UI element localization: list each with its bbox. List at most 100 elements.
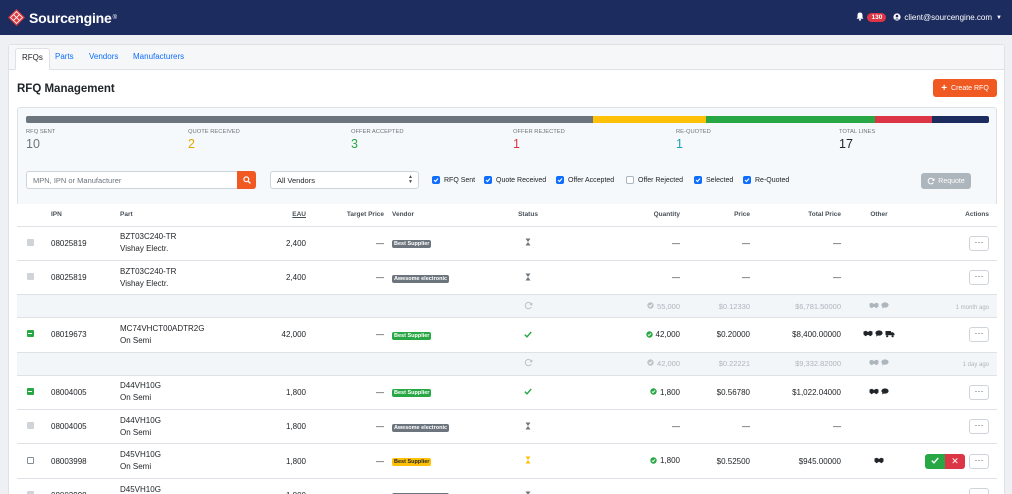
quote-history-row[interactable]: 42,000 $0.22221 $9,332.82000 1 day ago bbox=[17, 352, 997, 376]
trademark: ® bbox=[112, 14, 118, 21]
total-price-value: — bbox=[833, 238, 841, 248]
checkbox-unchecked-icon[interactable] bbox=[626, 176, 634, 184]
vendor-badge[interactable]: Awesome electronic bbox=[392, 423, 450, 432]
part-number[interactable]: MC74VHCT00ADTR2G bbox=[120, 324, 204, 333]
part-number[interactable]: D45VH10G bbox=[120, 450, 161, 459]
row-select-checkbox[interactable] bbox=[26, 422, 34, 430]
part-number[interactable]: D44VH10G bbox=[120, 416, 161, 425]
table-row[interactable]: 08019673 MC74VHCT00ADTR2G On Semi 42,000 — Be… bbox=[17, 317, 997, 353]
col-other: Other bbox=[849, 204, 909, 227]
filter-re-quoted[interactable]: Re-Quoted bbox=[743, 176, 789, 184]
part-number[interactable]: D45VH10G bbox=[120, 485, 161, 494]
table-row[interactable]: 08025819 BZT03C240-TR Vishay Electr. 2,400 —… bbox=[17, 260, 997, 296]
ipn-value: 08019673 bbox=[51, 330, 87, 340]
accept-offer-button[interactable] bbox=[925, 453, 945, 469]
eau-value: 42,000 bbox=[281, 330, 306, 340]
refresh-icon bbox=[524, 301, 533, 312]
quote-history-row[interactable]: 55,000 $0.12330 $6,781.50000 1 month ago bbox=[17, 294, 997, 319]
stat-label: TOTAL LINES bbox=[839, 129, 876, 135]
table-row[interactable]: 08003998D45VH10GOn Semi1,800—Awesome ele… bbox=[17, 478, 997, 494]
checkbox-checked-icon[interactable] bbox=[484, 176, 492, 184]
checkbox-checked-icon[interactable] bbox=[743, 176, 751, 184]
vendor-badge[interactable]: Best Supplier bbox=[392, 458, 432, 467]
col-price[interactable]: Price bbox=[688, 204, 758, 227]
price-cell: — bbox=[688, 226, 758, 261]
actions-cell: ✕ ··· bbox=[909, 443, 997, 479]
table-row[interactable]: 08004005 D44VH10G On Semi 1,800 — Best Suppli… bbox=[17, 375, 997, 411]
vendor-badge[interactable]: Best Supplier bbox=[392, 331, 432, 340]
checkbox-checked-icon[interactable] bbox=[694, 176, 702, 184]
row-select-checkbox[interactable] bbox=[26, 330, 34, 338]
target-price-value: — bbox=[376, 456, 384, 466]
table-row[interactable]: 08025819 BZT03C240-TR Vishay Electr. 2,400 —… bbox=[17, 226, 997, 261]
rfq-table-container: IPN Part EAU Target Price Vendor Status … bbox=[17, 204, 997, 494]
col-ipn[interactable]: IPN bbox=[43, 204, 120, 227]
empty-cell bbox=[120, 352, 220, 376]
more-actions-button[interactable]: ··· bbox=[969, 419, 989, 435]
select-cell[interactable] bbox=[17, 478, 43, 494]
col-status[interactable]: Status bbox=[478, 204, 578, 227]
comment-icon bbox=[881, 359, 889, 368]
col-total-price[interactable]: Total Price bbox=[758, 204, 849, 227]
filter-selected[interactable]: Selected bbox=[694, 176, 733, 184]
chevron-down-icon[interactable]: ▼ bbox=[996, 15, 1002, 21]
table-header-row: IPN Part EAU Target Price Vendor Status … bbox=[17, 204, 997, 227]
select-cell[interactable] bbox=[17, 317, 43, 353]
vendor-select[interactable]: All Vendors ▲ ▼ bbox=[270, 171, 419, 189]
col-quantity[interactable]: Quantity bbox=[578, 204, 688, 227]
notifications-count[interactable]: 130 bbox=[867, 13, 887, 22]
tab-parts[interactable]: Parts bbox=[55, 52, 74, 61]
app-logo[interactable]: Sourcengine ® bbox=[8, 9, 117, 26]
eau-cell: 1,800 bbox=[220, 443, 314, 479]
select-cell[interactable] bbox=[17, 443, 43, 479]
tab-rfqs[interactable]: RFQs bbox=[15, 48, 50, 70]
col-part[interactable]: Part bbox=[120, 204, 220, 227]
tab-manufacturers[interactable]: Manufacturers bbox=[133, 52, 184, 61]
table-row[interactable]: 08004005 D44VH10G On Semi 1,800 — Awesome ele… bbox=[17, 409, 997, 445]
more-actions-button[interactable]: ··· bbox=[969, 235, 989, 251]
create-rfq-label: Create RFQ bbox=[951, 84, 989, 92]
filter-quote-received[interactable]: Quote Received bbox=[484, 176, 546, 184]
col-vendor[interactable]: Vendor bbox=[392, 204, 478, 227]
part-number[interactable]: BZT03C240-TR bbox=[120, 267, 176, 276]
user-email[interactable]: client@sourcengine.com bbox=[904, 13, 992, 22]
total-price-value: $8,400.00000 bbox=[792, 330, 841, 340]
checkbox-checked-icon[interactable] bbox=[432, 176, 440, 184]
bell-icon[interactable] bbox=[856, 12, 864, 23]
part-number[interactable]: BZT03C240-TR bbox=[120, 232, 176, 241]
more-actions-button[interactable]: ··· bbox=[969, 488, 989, 494]
col-eau[interactable]: EAU bbox=[220, 204, 314, 227]
reject-offer-button[interactable]: ✕ bbox=[945, 453, 965, 469]
tab-vendors[interactable]: Vendors bbox=[89, 52, 118, 61]
more-actions-button[interactable]: ··· bbox=[969, 384, 989, 400]
row-select-checkbox[interactable] bbox=[26, 238, 34, 246]
search-input[interactable] bbox=[26, 171, 238, 189]
vendor-badge[interactable]: Best Supplier bbox=[392, 240, 432, 249]
vendor-badge[interactable]: Best Supplier bbox=[392, 389, 432, 398]
more-actions-button[interactable]: ··· bbox=[969, 327, 989, 343]
more-actions-button[interactable]: ··· bbox=[969, 270, 989, 286]
select-cell[interactable] bbox=[17, 260, 43, 296]
select-cell[interactable] bbox=[17, 409, 43, 445]
col-target-price[interactable]: Target Price bbox=[314, 204, 392, 227]
create-rfq-button[interactable]: + Create RFQ bbox=[933, 79, 997, 97]
part-number[interactable]: D44VH10G bbox=[120, 381, 161, 390]
table-row[interactable]: 08003998 D45VH10G On Semi 1,800 — Best Suppli… bbox=[17, 443, 997, 479]
row-select-checkbox[interactable] bbox=[26, 456, 34, 464]
vendor-badge[interactable]: Awesome electronic bbox=[392, 274, 450, 283]
target-price-cell: — bbox=[314, 260, 392, 296]
filter-offer-rejected[interactable]: Offer Rejected bbox=[626, 176, 683, 184]
more-actions-button[interactable]: ··· bbox=[969, 453, 989, 469]
requote-button[interactable]: Requote bbox=[921, 173, 971, 189]
stat-value: 2 bbox=[188, 137, 195, 151]
select-cell[interactable] bbox=[17, 226, 43, 261]
row-select-checkbox[interactable] bbox=[26, 273, 34, 281]
filter-offer-accepted[interactable]: Offer Accepted bbox=[556, 176, 614, 184]
checkbox-checked-icon[interactable] bbox=[556, 176, 564, 184]
empty-cell bbox=[314, 294, 392, 319]
search-button[interactable] bbox=[237, 171, 256, 189]
filter-rfq-sent[interactable]: RFQ Sent bbox=[432, 176, 475, 184]
select-cell[interactable] bbox=[17, 375, 43, 411]
row-select-checkbox[interactable] bbox=[26, 387, 34, 395]
handshake-icon bbox=[869, 388, 879, 397]
